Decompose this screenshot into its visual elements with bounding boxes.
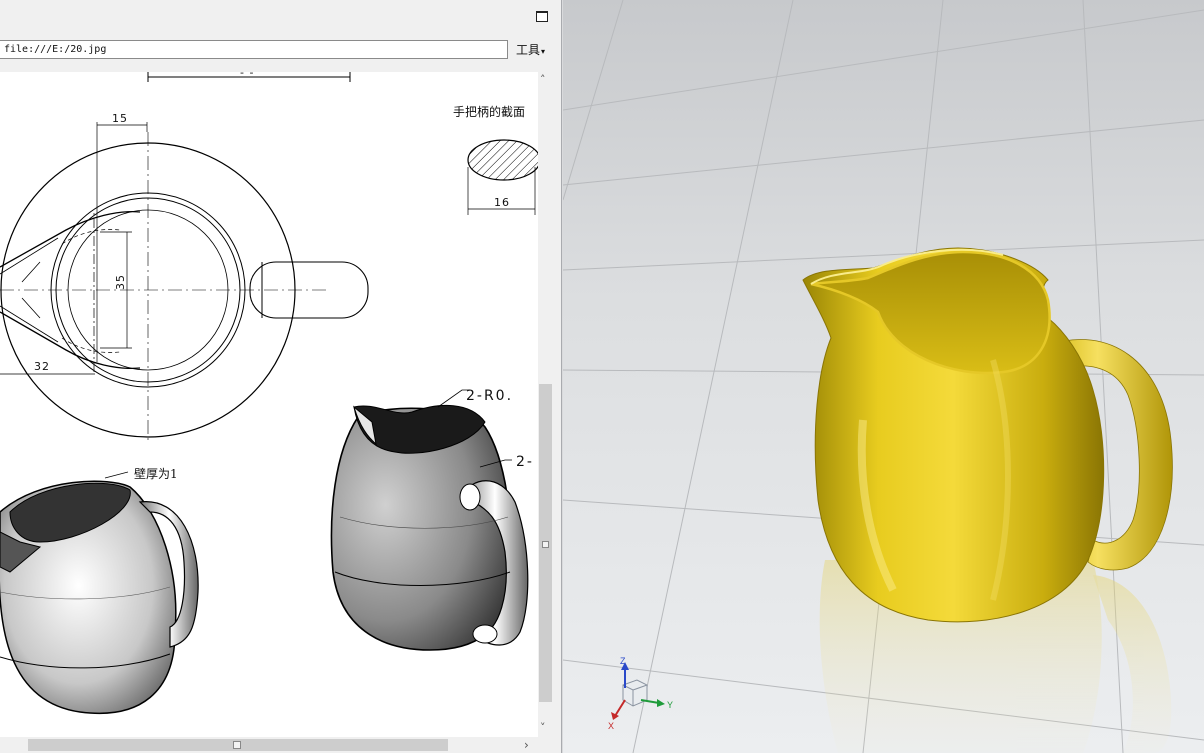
triad-x-label: X — [608, 721, 614, 731]
viewer-title-bar — [0, 0, 561, 34]
horizontal-scrollbar[interactable]: › — [0, 737, 553, 753]
jug-render-left — [0, 471, 199, 714]
dimension-32: 32 — [34, 360, 50, 373]
address-bar: file:///E:/20.jpg 工具▾ — [0, 38, 561, 62]
address-input[interactable]: file:///E:/20.jpg — [0, 40, 508, 59]
image-viewer-window: file:///E:/20.jpg 工具▾ - - 15 35 32 手把柄的截… — [0, 0, 562, 753]
document-image: - - 15 35 32 手把柄的截面 16 壁厚为1 2-R0. 2- — [0, 72, 538, 737]
scroll-up-icon[interactable]: ˄ — [540, 74, 546, 85]
radius-label-2: 2- — [516, 454, 534, 470]
top-dimension: - - — [147, 72, 351, 82]
tools-menu[interactable]: 工具▾ — [516, 42, 545, 60]
radius-label-1: 2-R0. — [466, 388, 513, 404]
jug-render-right — [330, 389, 529, 651]
horizontal-scroll-thumb[interactable] — [28, 739, 448, 751]
grip-icon — [233, 741, 241, 749]
tools-menu-label: 工具 — [516, 43, 541, 57]
chevron-down-icon: ▾ — [541, 47, 546, 56]
jug-top-view — [0, 122, 369, 440]
engineering-drawing: - - 15 35 32 手把柄的截面 16 壁厚为1 2-R0. 2- — [0, 72, 538, 714]
jug-3d-model[interactable] — [802, 247, 1173, 623]
wall-thickness-note: 壁厚为1 — [134, 466, 178, 481]
vertical-scrollbar[interactable]: ˄ ˅ — [538, 72, 553, 737]
triad-y-label: Y — [667, 700, 673, 710]
3d-model-viewport[interactable]: Z Y X — [563, 0, 1204, 753]
grip-icon — [542, 541, 549, 548]
dimension-15: 15 — [112, 112, 128, 125]
vertical-scroll-thumb[interactable] — [539, 384, 552, 702]
dimension-16: 16 — [494, 196, 510, 209]
dimension-35: 35 — [114, 274, 127, 290]
handle-section-label: 手把柄的截面 — [453, 104, 525, 119]
scroll-right-icon[interactable]: › — [524, 738, 529, 752]
triad-z-label: Z — [620, 656, 626, 666]
scroll-down-icon[interactable]: ˅ — [540, 722, 546, 733]
viewport-scene: Z Y X — [563, 0, 1204, 753]
maximize-button[interactable] — [536, 11, 548, 22]
coordinate-triad — [611, 662, 665, 720]
top-dimension-label: - - — [240, 72, 254, 79]
